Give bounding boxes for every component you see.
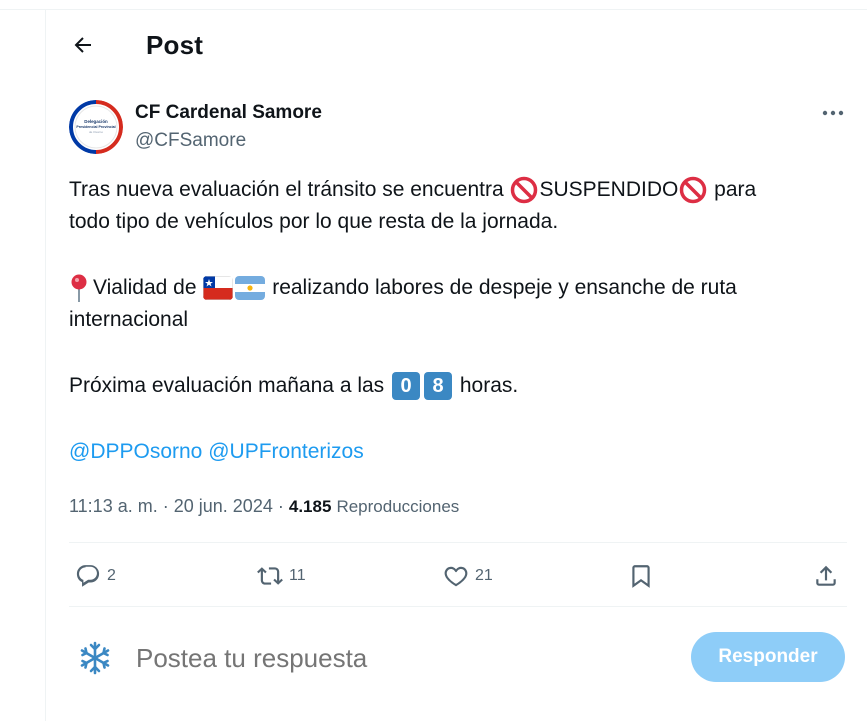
tweet-text-segment: Tras nueva evaluación el tránsito se enc… xyxy=(69,178,510,201)
tweet-text-segment: Próxima evaluación mañana a las xyxy=(69,374,391,397)
column-border xyxy=(45,10,46,721)
more-dots-icon xyxy=(822,110,844,116)
tweet-text-segment: SUSPENDIDO xyxy=(539,178,679,201)
back-button[interactable] xyxy=(66,28,100,62)
avatar[interactable]: Delegación Presidencial Provincial de Os… xyxy=(69,100,123,154)
keycap-zero-icon: 0 xyxy=(392,372,421,400)
repost-count: 11 xyxy=(289,567,306,584)
tweet-meta: 11:13 a. m. · 20 jun. 2024 · 4.185 Repro… xyxy=(69,496,459,517)
divider xyxy=(69,606,847,607)
reply-input[interactable] xyxy=(136,638,676,678)
arrow-left-icon xyxy=(74,37,91,53)
views-count: 4.185 xyxy=(288,497,332,516)
tweet-text: Tras nueva evaluación el tránsito se enc… xyxy=(69,174,849,468)
repost-icon xyxy=(257,567,283,585)
mention-link[interactable]: @DPPOsorno xyxy=(69,436,202,468)
prohibited-icon xyxy=(680,176,707,204)
argentina-flag-icon xyxy=(235,276,266,300)
tweet-date[interactable]: 20 jun. 2024 xyxy=(174,496,273,516)
reply-submit-button[interactable]: Responder xyxy=(691,632,845,682)
tweet-text-segment: horas. xyxy=(454,374,519,397)
reply-button[interactable]: 2 xyxy=(75,560,116,592)
avatar-text-2: Presidencial Provincial xyxy=(76,125,115,129)
heart-icon xyxy=(444,566,468,587)
tweet-text-segment: para xyxy=(708,178,757,201)
tweet-line: todo tipo de vehículos por lo que resta … xyxy=(69,206,849,238)
tweet-text-segment: internacional xyxy=(69,308,189,331)
reply-bubble-icon xyxy=(76,565,100,587)
keycap-eight-icon: 8 xyxy=(424,372,453,400)
snowflake-icon xyxy=(80,641,110,675)
share-button[interactable] xyxy=(813,560,839,592)
share-upload-icon xyxy=(816,565,836,586)
round-pushpin-icon xyxy=(71,274,87,302)
like-button[interactable]: 21 xyxy=(443,560,493,592)
page-title: Post xyxy=(146,30,204,60)
bookmark-button[interactable] xyxy=(628,560,654,592)
tweet-line: internacional xyxy=(69,304,849,336)
tweet-text-segment: todo tipo de vehículos por lo que resta … xyxy=(69,210,559,233)
author-handle[interactable]: @CFSamore xyxy=(135,130,246,152)
more-options-button[interactable] xyxy=(816,100,850,126)
meta-separator: · xyxy=(277,496,284,516)
tweet-line: Próxima evaluación mañana a las 0 8 hora… xyxy=(69,370,849,402)
top-bar-edge xyxy=(0,0,867,10)
tweet-line: @DPPOsorno @UPFronterizos xyxy=(69,436,849,468)
bookmark-icon xyxy=(632,565,650,588)
page-header: Post xyxy=(46,10,867,82)
author-name[interactable]: CF Cardenal Samore xyxy=(135,102,322,124)
meta-separator: · xyxy=(162,496,169,516)
repost-button[interactable]: 11 xyxy=(257,560,306,592)
tweet-line: Vialidad de realizando labores de despej… xyxy=(69,272,849,304)
reply-count: 2 xyxy=(107,567,116,584)
avatar-text-1: Delegación xyxy=(84,119,108,124)
tweet-time[interactable]: 11:13 a. m. xyxy=(69,496,158,516)
like-count: 21 xyxy=(475,567,493,584)
tweet-line: Tras nueva evaluación el tránsito se enc… xyxy=(69,174,849,206)
mention-link[interactable]: @UPFronterizos xyxy=(208,436,364,468)
divider xyxy=(69,542,847,543)
chile-flag-icon xyxy=(203,276,234,300)
tweet-text-segment: realizando labores de despeje y ensanche… xyxy=(266,276,737,299)
views-label: Reproducciones xyxy=(336,497,460,516)
prohibited-icon xyxy=(511,176,538,204)
tweet-text-segment: Vialidad de xyxy=(93,276,203,299)
avatar-text-3: de Osorno xyxy=(89,130,103,134)
